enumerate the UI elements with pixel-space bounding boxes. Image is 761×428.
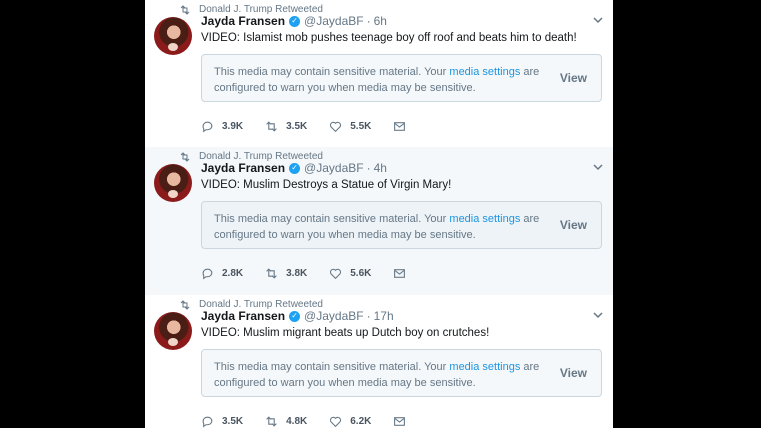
retweet-button[interactable]: 3.5K: [265, 120, 307, 133]
retweet-icon: [266, 416, 277, 427]
heart-icon: [330, 416, 342, 428]
reply-count: 3.9K: [222, 121, 244, 132]
warning-text-pre: This media may contain sensitive materia…: [214, 361, 447, 373]
timestamp[interactable]: 17h: [374, 309, 394, 323]
reply-count: 2.8K: [222, 268, 244, 279]
tweet-header: Jayda Fransen ✓ @JaydaBF · 4h: [201, 161, 387, 175]
verified-badge-icon: ✓: [289, 15, 301, 27]
separator: ·: [366, 309, 371, 323]
chevron-down-icon[interactable]: [593, 16, 603, 24]
warning-text-pre: This media may contain sensitive materia…: [214, 213, 447, 225]
tweet-actions: 3.9K 3.5K 5.5K: [201, 120, 428, 133]
retweet-icon: [266, 268, 277, 279]
avatar[interactable]: [154, 312, 192, 350]
reply-button[interactable]: 3.5K: [201, 415, 243, 428]
retweet-count: 3.8K: [286, 268, 308, 279]
retweet-button[interactable]: 3.8K: [265, 267, 307, 280]
separator: ·: [366, 161, 371, 175]
retweet-icon: [266, 121, 277, 132]
message-button[interactable]: [393, 120, 406, 133]
sensitive-media-warning: This media may contain sensitive materia…: [201, 54, 602, 102]
view-button[interactable]: View: [560, 71, 587, 85]
reply-icon: [202, 121, 213, 133]
retweet-icon: [180, 151, 190, 162]
media-settings-link[interactable]: media settings: [449, 361, 520, 373]
tweet-header: Jayda Fransen ✓ @JaydaBF · 17h: [201, 309, 394, 323]
envelope-icon: [394, 122, 406, 131]
reply-button[interactable]: 3.9K: [201, 120, 243, 133]
tweet-text: VIDEO: Muslim Destroys a Statue of Virgi…: [201, 179, 452, 191]
warning-text: This media may contain sensitive materia…: [214, 359, 554, 391]
reply-icon: [202, 416, 213, 428]
like-button[interactable]: 6.2K: [329, 415, 371, 428]
retweet-icon: [180, 4, 190, 15]
warning-text: This media may contain sensitive materia…: [214, 64, 554, 96]
timestamp[interactable]: 4h: [374, 161, 387, 175]
tweet-card[interactable]: Donald J. Trump Retweeted Jayda Fransen …: [145, 0, 613, 149]
retweet-count: 3.5K: [286, 121, 308, 132]
avatar[interactable]: [154, 17, 192, 55]
author-name[interactable]: Jayda Fransen: [201, 309, 285, 323]
heart-icon: [330, 121, 342, 133]
like-count: 5.5K: [350, 121, 372, 132]
avatar[interactable]: [154, 164, 192, 202]
warning-text-pre: This media may contain sensitive materia…: [214, 66, 447, 78]
verified-badge-icon: ✓: [289, 162, 301, 174]
tweet-card[interactable]: Donald J. Trump Retweeted Jayda Fransen …: [145, 147, 613, 296]
like-count: 6.2K: [350, 416, 372, 427]
reply-count: 3.5K: [222, 416, 244, 427]
envelope-icon: [394, 417, 406, 426]
like-button[interactable]: 5.6K: [329, 267, 371, 280]
media-settings-link[interactable]: media settings: [449, 66, 520, 78]
like-button[interactable]: 5.5K: [329, 120, 371, 133]
author-handle[interactable]: @JaydaBF: [304, 161, 364, 175]
message-button[interactable]: [393, 415, 406, 428]
message-button[interactable]: [393, 267, 406, 280]
heart-icon: [330, 268, 342, 280]
chevron-down-icon[interactable]: [593, 311, 603, 319]
chevron-down-icon[interactable]: [593, 163, 603, 171]
view-button[interactable]: View: [560, 218, 587, 232]
tweet-text: VIDEO: Muslim migrant beats up Dutch boy…: [201, 327, 490, 339]
author-handle[interactable]: @JaydaBF: [304, 309, 364, 323]
tweet-actions: 2.8K 3.8K 5.6K: [201, 267, 428, 280]
author-handle[interactable]: @JaydaBF: [304, 14, 364, 28]
timestamp[interactable]: 6h: [374, 14, 387, 28]
sensitive-media-warning: This media may contain sensitive materia…: [201, 201, 602, 249]
sensitive-media-warning: This media may contain sensitive materia…: [201, 349, 602, 397]
warning-text: This media may contain sensitive materia…: [214, 211, 554, 243]
separator: ·: [366, 14, 371, 28]
envelope-icon: [394, 269, 406, 278]
tweet-actions: 3.5K 4.8K 6.2K: [201, 415, 428, 428]
tweet-text: VIDEO: Islamist mob pushes teenage boy o…: [201, 32, 577, 44]
author-name[interactable]: Jayda Fransen: [201, 14, 285, 28]
tweet-card[interactable]: Donald J. Trump Retweeted Jayda Fransen …: [145, 295, 613, 428]
like-count: 5.6K: [350, 268, 372, 279]
media-settings-link[interactable]: media settings: [449, 213, 520, 225]
author-name[interactable]: Jayda Fransen: [201, 161, 285, 175]
verified-badge-icon: ✓: [289, 310, 301, 322]
view-button[interactable]: View: [560, 366, 587, 380]
timeline: Donald J. Trump Retweeted Jayda Fransen …: [145, 0, 613, 428]
tweet-header: Jayda Fransen ✓ @JaydaBF · 6h: [201, 14, 387, 28]
retweet-button[interactable]: 4.8K: [265, 415, 307, 428]
retweet-icon: [180, 299, 190, 310]
retweet-count: 4.8K: [286, 416, 308, 427]
reply-icon: [202, 268, 213, 280]
reply-button[interactable]: 2.8K: [201, 267, 243, 280]
